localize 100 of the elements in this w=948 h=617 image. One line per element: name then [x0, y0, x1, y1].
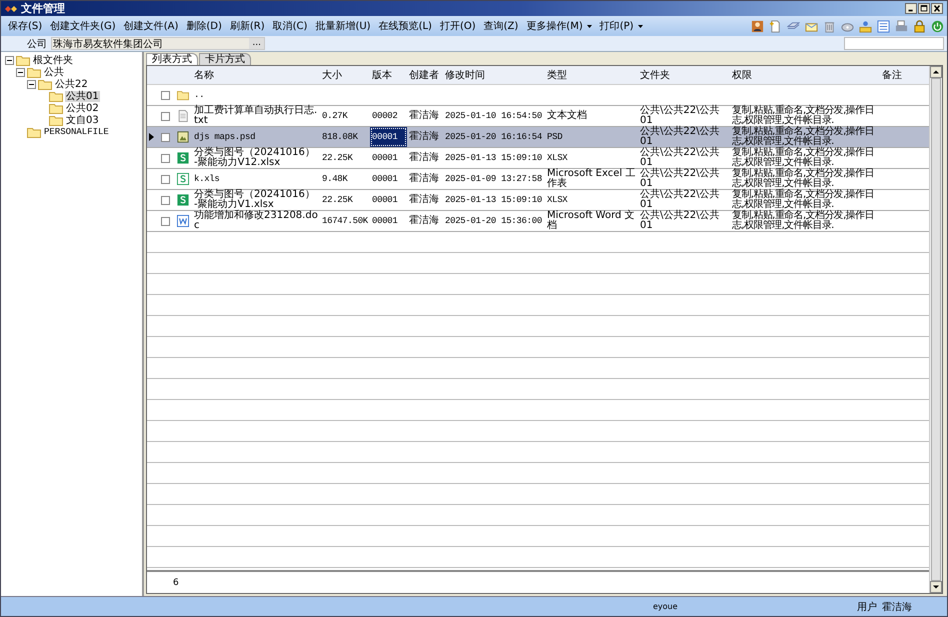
tree-item[interactable]: 文自03 — [65, 114, 100, 126]
file-size: 22.25K — [321, 194, 354, 207]
window-title: 文件管理 — [21, 1, 65, 16]
tree-item[interactable]: 根文件夹 — [32, 54, 74, 66]
folder-icon — [38, 78, 52, 90]
folder-path: 公共\公共22\公共01 — [639, 211, 720, 231]
menu-item[interactable]: 刷新(R) — [226, 19, 269, 33]
file-name: .. — [193, 89, 206, 102]
collapse-icon[interactable] — [27, 80, 36, 88]
tree-item[interactable]: 公共02 — [65, 102, 100, 114]
menu-item[interactable]: 更多操作(M) — [522, 19, 596, 33]
row-checkbox[interactable] — [160, 112, 170, 120]
column-header[interactable]: 创建者 — [407, 68, 443, 82]
image-file-icon — [177, 131, 189, 143]
tab[interactable]: 列表方式 — [146, 53, 198, 65]
tree-item[interactable]: 公共 — [43, 66, 65, 78]
menu-item[interactable]: 打开(O) — [436, 19, 480, 33]
search-field[interactable] — [844, 37, 944, 50]
menu-item[interactable]: 保存(S) — [4, 19, 46, 33]
tree-item[interactable]: 公共01 — [65, 90, 100, 102]
user-card-icon[interactable] — [859, 20, 872, 32]
menu-item[interactable]: 查询(Z) — [480, 19, 522, 33]
document-icon[interactable] — [769, 20, 782, 32]
file-creator: 霍洁海 — [408, 108, 440, 123]
column-header[interactable]: 版本 — [370, 68, 407, 82]
app-logo-icon — [5, 4, 17, 12]
folder-icon — [16, 54, 30, 66]
scroll-down-icon[interactable] — [930, 581, 942, 593]
column-header[interactable]: 备注 — [880, 68, 910, 82]
printer-icon[interactable] — [895, 20, 908, 32]
tree-item[interactable]: 公共22 — [54, 78, 89, 90]
menu-item[interactable]: 删除(D) — [182, 19, 226, 33]
modified-time: 2025-01-20 15:36:00 — [444, 215, 543, 228]
company-field[interactable]: 珠海市易友软件集团公司 ... — [51, 37, 265, 50]
file-name: 分类与图号（20241016）-聚能动力V1.xlsx — [193, 190, 316, 210]
folder-path: 公共\公共22\公共01 — [639, 169, 720, 189]
caret-icon[interactable] — [586, 24, 592, 28]
trash-icon[interactable] — [823, 20, 836, 32]
column-header[interactable]: 修改时间 — [443, 68, 545, 82]
folder-path: 公共\公共22\公共01 — [639, 127, 720, 147]
folder-icon — [49, 90, 63, 102]
modified-time: 2025-01-13 15:09:10 — [444, 152, 543, 165]
word-document-icon — [177, 215, 189, 227]
file-type: Microsoft Excel 工作表 — [546, 169, 636, 189]
file-version: 00001 — [371, 194, 399, 207]
spreadsheet-icon — [177, 194, 189, 206]
column-header[interactable]: 权限 — [730, 68, 880, 82]
maximize-icon[interactable] — [918, 3, 930, 14]
collapse-icon[interactable] — [5, 56, 14, 64]
scrollbar-thumb[interactable] — [931, 78, 941, 581]
column-header[interactable]: 类型 — [545, 68, 638, 82]
menu-item[interactable]: 创建文件(A) — [120, 19, 182, 33]
lock-icon[interactable] — [913, 20, 926, 32]
column-header[interactable]: 大小 — [320, 68, 370, 82]
menu-item[interactable]: 批量新增(U) — [311, 19, 375, 33]
collapse-icon[interactable] — [16, 68, 25, 76]
company-label: 公司 — [27, 38, 47, 50]
column-header[interactable]: 名称 — [192, 68, 320, 82]
file-version: 00001 — [371, 215, 399, 228]
menu-item[interactable]: 创建文件夹(G) — [46, 19, 120, 33]
row-checkbox[interactable] — [160, 154, 170, 162]
menu-item[interactable]: 取消(C) — [268, 19, 312, 33]
user-icon[interactable] — [751, 20, 764, 32]
file-size: 0.27K — [321, 110, 349, 123]
table-row[interactable]: .. — [147, 85, 929, 106]
modified-time: 2025-01-10 16:54:50 — [444, 110, 543, 123]
folder-icon — [177, 89, 189, 101]
file-version[interactable]: 00001 — [370, 127, 407, 147]
document-icon — [177, 110, 189, 122]
folder-icon — [49, 114, 63, 126]
tab[interactable]: 卡片方式 — [199, 53, 251, 65]
folder-icon — [27, 66, 41, 78]
row-checkbox[interactable] — [160, 196, 170, 204]
menu-item[interactable]: 打印(P) — [596, 19, 647, 33]
file-type: XLSX — [546, 194, 568, 207]
file-type: PSD — [546, 131, 564, 144]
row-checkbox[interactable] — [160, 174, 170, 184]
column-header[interactable]: 文件夹 — [638, 68, 730, 82]
company-code: eyoue — [653, 602, 678, 611]
browse-button[interactable]: ... — [249, 38, 264, 49]
list-icon[interactable] — [877, 20, 890, 32]
menu-item[interactable]: 在线预览(L) — [374, 19, 436, 33]
file-type: 文本文档 — [546, 108, 588, 123]
permissions: 复制,粘贴,重命名,文档分发,操作日志,权限管理,文件帐目录. — [731, 190, 875, 210]
row-checkbox[interactable] — [160, 132, 170, 142]
modified-time: 2025-01-13 15:09:10 — [444, 194, 543, 207]
file-version: 00001 — [371, 173, 399, 186]
table-row[interactable]: djs maps.psd 818.08K 00001 霍洁海 2025-01-20 16:16:54 PSD 公共\公共22\公共01 复制,粘贴,重命名,文档分发,操作日志,权限管理,文件帐目录. — [147, 127, 929, 148]
scroll-up-icon[interactable] — [930, 66, 942, 78]
minimize-icon[interactable] — [905, 3, 917, 14]
file-creator: 霍洁海 — [408, 150, 440, 165]
power-icon[interactable] — [931, 20, 944, 32]
permissions: 复制,粘贴,重命名,文档分发,操作日志,权限管理,文件帐目录. — [731, 148, 875, 168]
caret-icon[interactable] — [638, 24, 643, 28]
close-icon[interactable] — [931, 3, 943, 14]
row-checkbox[interactable] — [160, 216, 170, 226]
spreadsheet-icon — [177, 173, 189, 185]
permissions: 复制,粘贴,重命名,文档分发,操作日志,权限管理,文件帐目录. — [731, 106, 875, 126]
row-checkbox[interactable] — [160, 90, 170, 100]
tree-item[interactable]: PERSONALFILE — [43, 126, 110, 138]
